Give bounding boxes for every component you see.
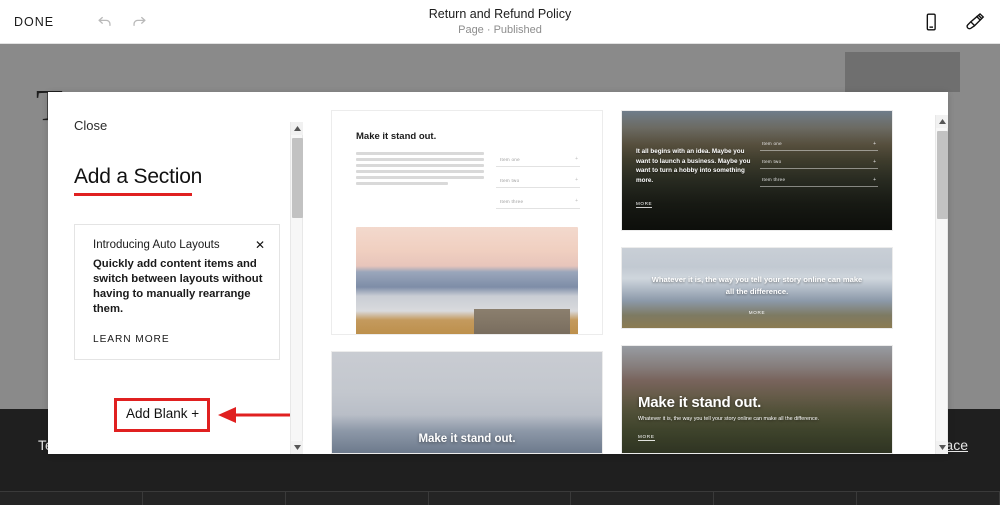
template-button[interactable]: MORE xyxy=(638,434,655,441)
promo-header: Introducing Auto Layouts ✕ xyxy=(93,239,265,251)
accordion-label: Item three xyxy=(500,198,524,204)
page-status: Page · Published xyxy=(458,24,542,36)
redo-icon[interactable] xyxy=(130,13,148,31)
template-card-accordion-overlay[interactable]: It all begins with an idea. Maybe you wa… xyxy=(621,110,893,231)
plus-icon: + xyxy=(575,198,578,204)
gallery-scrollbar[interactable] xyxy=(935,115,948,454)
panel-heading-label: Add a Section xyxy=(74,165,203,188)
template-card-banner-sky[interactable]: Make it stand out. xyxy=(331,351,603,454)
caret-down-icon[interactable] xyxy=(936,441,948,454)
add-blank-button[interactable]: Add Blank + xyxy=(126,406,199,421)
footer-divider xyxy=(0,491,1000,505)
plus-icon: + xyxy=(575,177,578,183)
template-card-centered-quote[interactable]: Whatever it is, the way you tell your st… xyxy=(621,246,893,329)
accordion-row[interactable]: Item three + xyxy=(496,194,580,209)
template-heading: Make it stand out. xyxy=(418,433,516,445)
template-quote: Whatever it is, the way you tell your st… xyxy=(651,274,863,297)
panel-heading: Add a Section xyxy=(74,165,203,196)
template-accordion-list: Item one + Item two + Item three + xyxy=(496,152,580,215)
plus-icon: + xyxy=(873,140,876,147)
add-section-modal: Close Add a Section Introducing Auto Lay… xyxy=(48,92,948,454)
accordion-label: Item two xyxy=(762,159,782,165)
editor-screen: DONE Return and Refund Policy Page · Pub… xyxy=(0,0,1000,505)
accordion-row[interactable]: Item three + xyxy=(760,174,878,187)
caret-up-icon[interactable] xyxy=(936,115,948,128)
accordion-row[interactable]: Item one + xyxy=(496,152,580,167)
plus-icon: + xyxy=(873,158,876,165)
undo-redo-group xyxy=(96,13,148,31)
plus-icon: + xyxy=(575,156,578,162)
template-subtitle: Whatever it is, the way you tell your st… xyxy=(638,415,820,422)
undo-icon[interactable] xyxy=(96,13,114,31)
accordion-label: Item three xyxy=(762,177,786,183)
template-heading: Make it stand out. xyxy=(638,393,762,411)
sunset-lake-cabin-photo xyxy=(356,227,578,335)
template-button[interactable]: MORE xyxy=(636,201,653,208)
editor-topbar: DONE Return and Refund Policy Page · Pub… xyxy=(0,0,1000,44)
modal-left-panel: Close Add a Section Introducing Auto Lay… xyxy=(48,92,324,454)
accordion-label: Item one xyxy=(762,141,782,147)
accordion-row[interactable]: Item two + xyxy=(496,173,580,188)
template-accordion-list: Item one + Item two + Item three + xyxy=(760,138,878,192)
template-button[interactable]: MORE xyxy=(622,310,892,315)
accordion-label: Item one xyxy=(500,156,520,162)
template-heading: Make it stand out. xyxy=(356,131,437,142)
background-content-block xyxy=(845,52,960,92)
mobile-device-icon[interactable] xyxy=(920,11,942,33)
template-column-middle: Make it stand out. Item one + Item two +… xyxy=(331,110,603,454)
gallery-scrollbar-thumb[interactable] xyxy=(937,131,948,219)
template-column-right: It all begins with an idea. Maybe you wa… xyxy=(621,110,893,454)
paintbrush-icon[interactable] xyxy=(964,11,986,33)
topbar-actions xyxy=(920,0,986,44)
annotation-heading-underline xyxy=(74,193,192,196)
left-panel-scrollbar[interactable] xyxy=(290,122,304,454)
learn-more-link[interactable]: LEARN MORE xyxy=(93,334,170,345)
page-title-block: Return and Refund Policy Page · Publishe… xyxy=(0,6,1000,38)
promo-title: Introducing Auto Layouts xyxy=(93,239,220,251)
template-card-accordion-light[interactable]: Make it stand out. Item one + Item two +… xyxy=(331,110,603,336)
plus-icon: + xyxy=(873,176,876,183)
left-scrollbar-thumb[interactable] xyxy=(292,138,303,218)
accordion-label: Item two xyxy=(500,177,520,183)
accordion-row[interactable]: Item two + xyxy=(760,156,878,169)
page-title: Return and Refund Policy xyxy=(428,7,572,21)
close-icon[interactable]: ✕ xyxy=(249,239,265,251)
promo-body: Quickly add content items and switch bet… xyxy=(93,258,263,315)
auto-layouts-promo-card: Introducing Auto Layouts ✕ Quickly add c… xyxy=(74,224,280,360)
accordion-row[interactable]: Item one + xyxy=(760,138,878,151)
template-card-hero-left[interactable]: Make it stand out. Whatever it is, the w… xyxy=(621,344,893,454)
section-template-gallery: Make it stand out. Item one + Item two +… xyxy=(303,92,948,454)
template-paragraph xyxy=(356,152,484,215)
template-body-row: Item one + Item two + Item three + xyxy=(346,152,588,215)
close-button[interactable]: Close xyxy=(74,118,303,133)
template-paragraph: It all begins with an idea. Maybe you wa… xyxy=(636,147,751,185)
done-button[interactable]: DONE xyxy=(14,15,54,29)
